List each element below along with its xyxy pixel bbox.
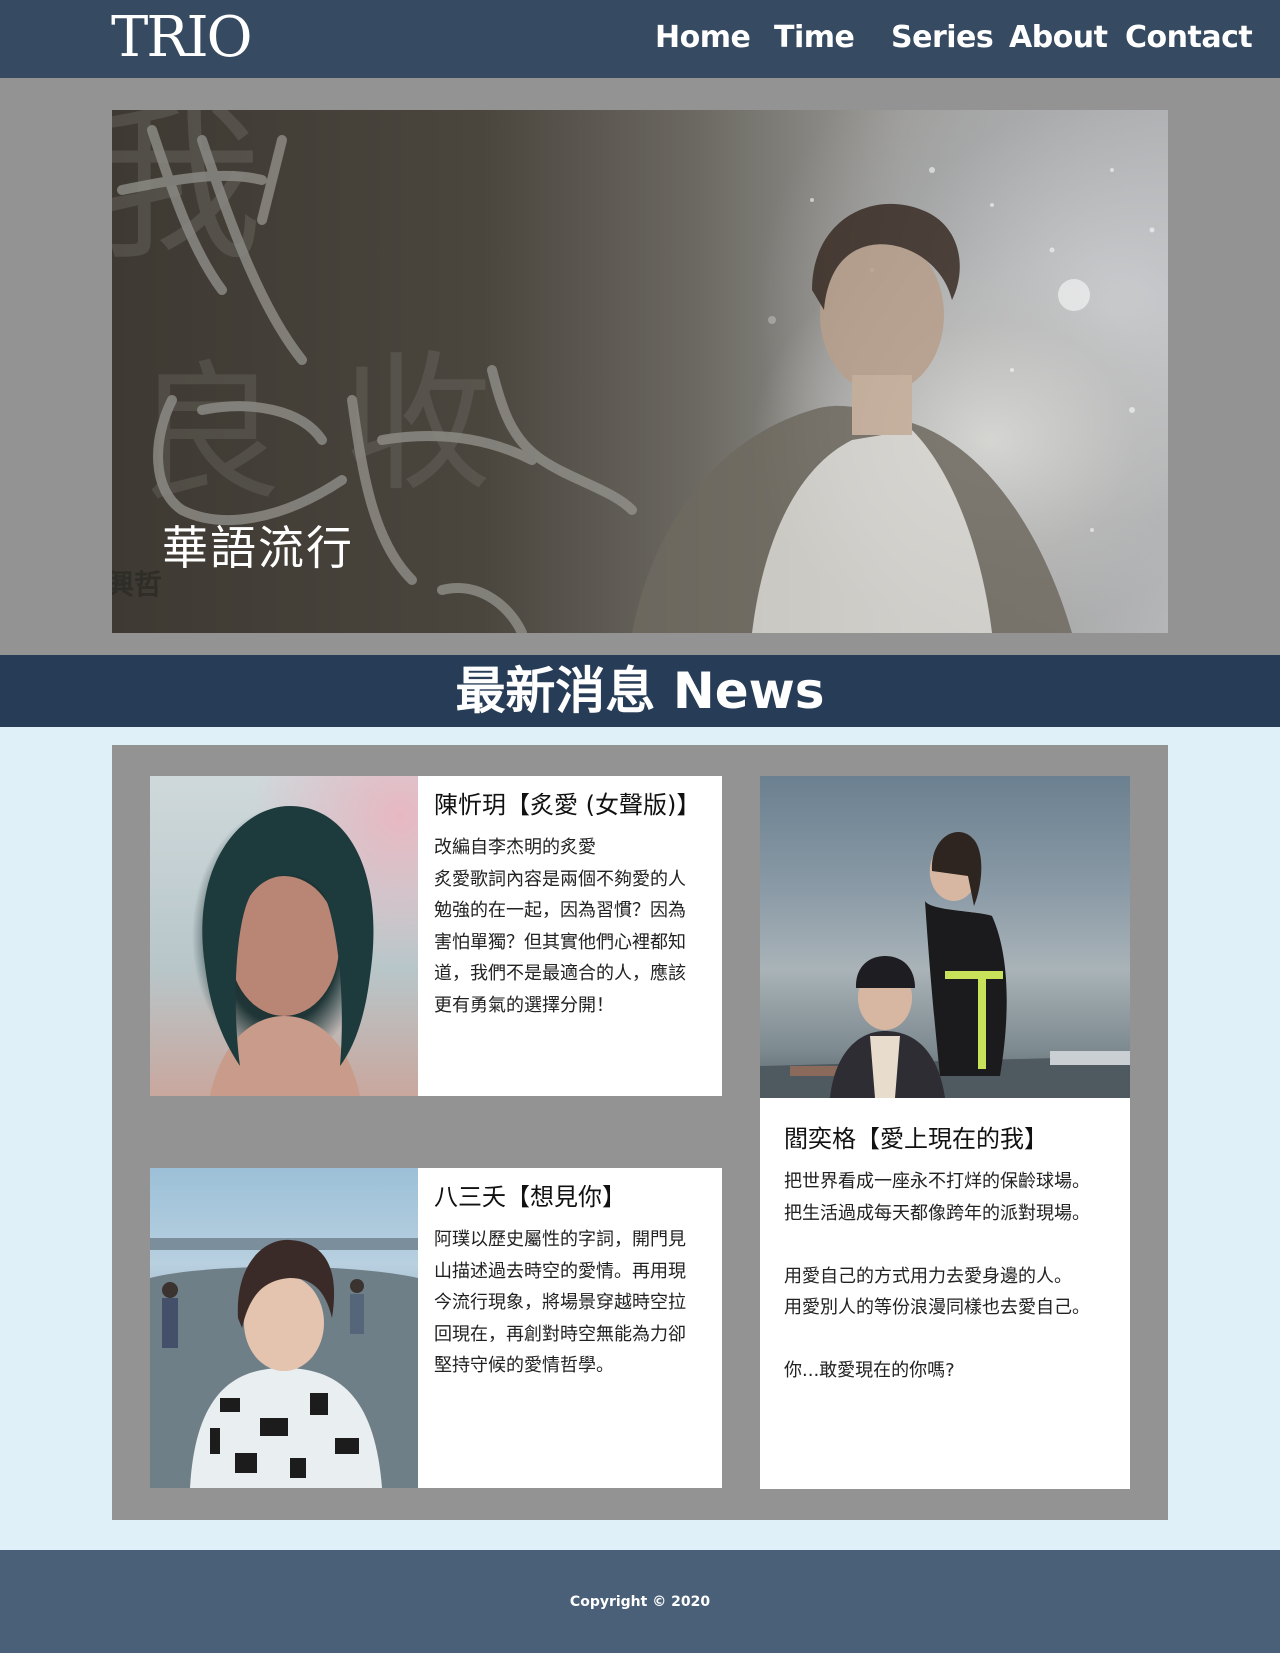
news-card[interactable]: 陳忻玥【炙愛 (女聲版)】 改編自李杰明的炙愛 炙愛歌詞內容是兩個不夠愛的人 勉… [150,776,722,1096]
hero-banner-image[interactable]: 華語流行 興哲 我 良 收 [112,110,1168,633]
news-card-photo[interactable] [150,776,418,1096]
news-card-body: 把世界看成一座永不打烊的保齡球場。 把生活過成每天都像跨年的派對現場。 用愛自己… [784,1166,1114,1387]
news-card-line: 更有勇氣的選擇分開！ [434,994,614,1016]
nav-contact[interactable]: Contact [1125,18,1253,58]
news-card[interactable]: 八三夭【想見你】 阿璞以歷史屬性的字詞，開門見 山描述過去時空的愛情。再用現 今… [150,1168,722,1488]
news-card-body: 改編自李杰明的炙愛 炙愛歌詞內容是兩個不夠愛的人 勉強的在一起，因為習慣？因為 … [434,832,714,1021]
news-card-line: 把世界看成一座永不打烊的保齡球場。 [784,1171,1090,1192]
news-card-photo[interactable] [760,776,1130,1098]
duo-photo [760,832,1130,1098]
news-card-line: 山描述過去時空的愛情。再用現 [434,1260,686,1282]
news-card-line: 阿璞以歷史屬性的字詞，開門見 [434,1229,686,1250]
copyright-text: Copyright © 2020 [569,1594,711,1610]
news-card-line: 炙愛歌詞內容是兩個不夠愛的人 [434,868,686,890]
news-card-text: 八三夭【想見你】 阿璞以歷史屬性的字詞，開門見 山描述過去時空的愛情。再用現 今… [434,1180,714,1382]
hero-calligraphy-3: 收 [342,338,493,512]
hero-calligraphy-1: 我 [112,110,263,284]
news-card-line: 勉強的在一起，因為習慣？因為 [434,900,686,921]
hero-caption: 華語流行 [162,521,354,575]
site-header: TRIO Home Time Series About Contact [0,0,1280,78]
news-card-line: 道，我們不是最適合的人，應該 [434,963,686,984]
nav-home[interactable]: Home [655,18,751,58]
news-card-line: 用愛別人的等份浪漫同樣也去愛自己。 [784,1297,1090,1318]
news-card-line: 今流行現象，將場景穿越時空拉 [434,1292,686,1313]
main-nav: Home Time Series About Contact [0,0,1280,78]
hero-calligraphy-2: 良 [132,348,283,522]
nav-about[interactable]: About [1009,18,1108,58]
news-card-line [784,1324,1114,1356]
news-card-line: 改編自李杰明的炙愛 [434,837,596,858]
news-card-text: 陳忻玥【炙愛 (女聲版)】 改編自李杰明的炙愛 炙愛歌詞內容是兩個不夠愛的人 勉… [434,788,714,1021]
hero-artist-name: 興哲 [112,568,163,601]
news-card-line: 你...敢愛現在的你嗎? [784,1360,955,1381]
news-section-title: 最新消息 News [455,662,825,720]
news-card-title[interactable]: 八三夭【想見你】 [434,1180,714,1214]
site-footer: Copyright © 2020 [0,1550,1280,1653]
nav-series[interactable]: Series [891,18,994,58]
news-heading-band: 最新消息 News [0,655,1280,727]
news-card-line [784,1229,1114,1261]
news-card-photo[interactable] [150,1168,418,1488]
news-card-line: 把生活過成每天都像跨年的派對現場。 [784,1202,1090,1224]
news-card-line: 堅持守候的愛情哲學。 [434,1355,614,1376]
news-card-text: 閻奕格【愛上現在的我】 把世界看成一座永不打烊的保齡球場。 把生活過成每天都像跨… [784,1122,1114,1387]
news-card-title[interactable]: 閻奕格【愛上現在的我】 [784,1122,1114,1156]
news-card-line: 害怕單獨？但其實他們心裡都知 [434,931,686,953]
news-card-body: 阿璞以歷史屬性的字詞，開門見 山描述過去時空的愛情。再用現 今流行現象，將場景穿… [434,1224,714,1382]
news-card-line: 回現在，再創對時空無能為力卻 [434,1323,686,1345]
singer-portrait [202,806,374,1096]
news-card[interactable]: 閻奕格【愛上現在的我】 把世界看成一座永不打烊的保齡球場。 把生活過成每天都像跨… [760,776,1130,1489]
news-card-line: 用愛自己的方式用力去愛身邊的人。 [784,1265,1072,1287]
nav-time[interactable]: Time [774,18,855,58]
band-photo [150,1238,418,1488]
news-card-title[interactable]: 陳忻玥【炙愛 (女聲版)】 [434,788,714,822]
